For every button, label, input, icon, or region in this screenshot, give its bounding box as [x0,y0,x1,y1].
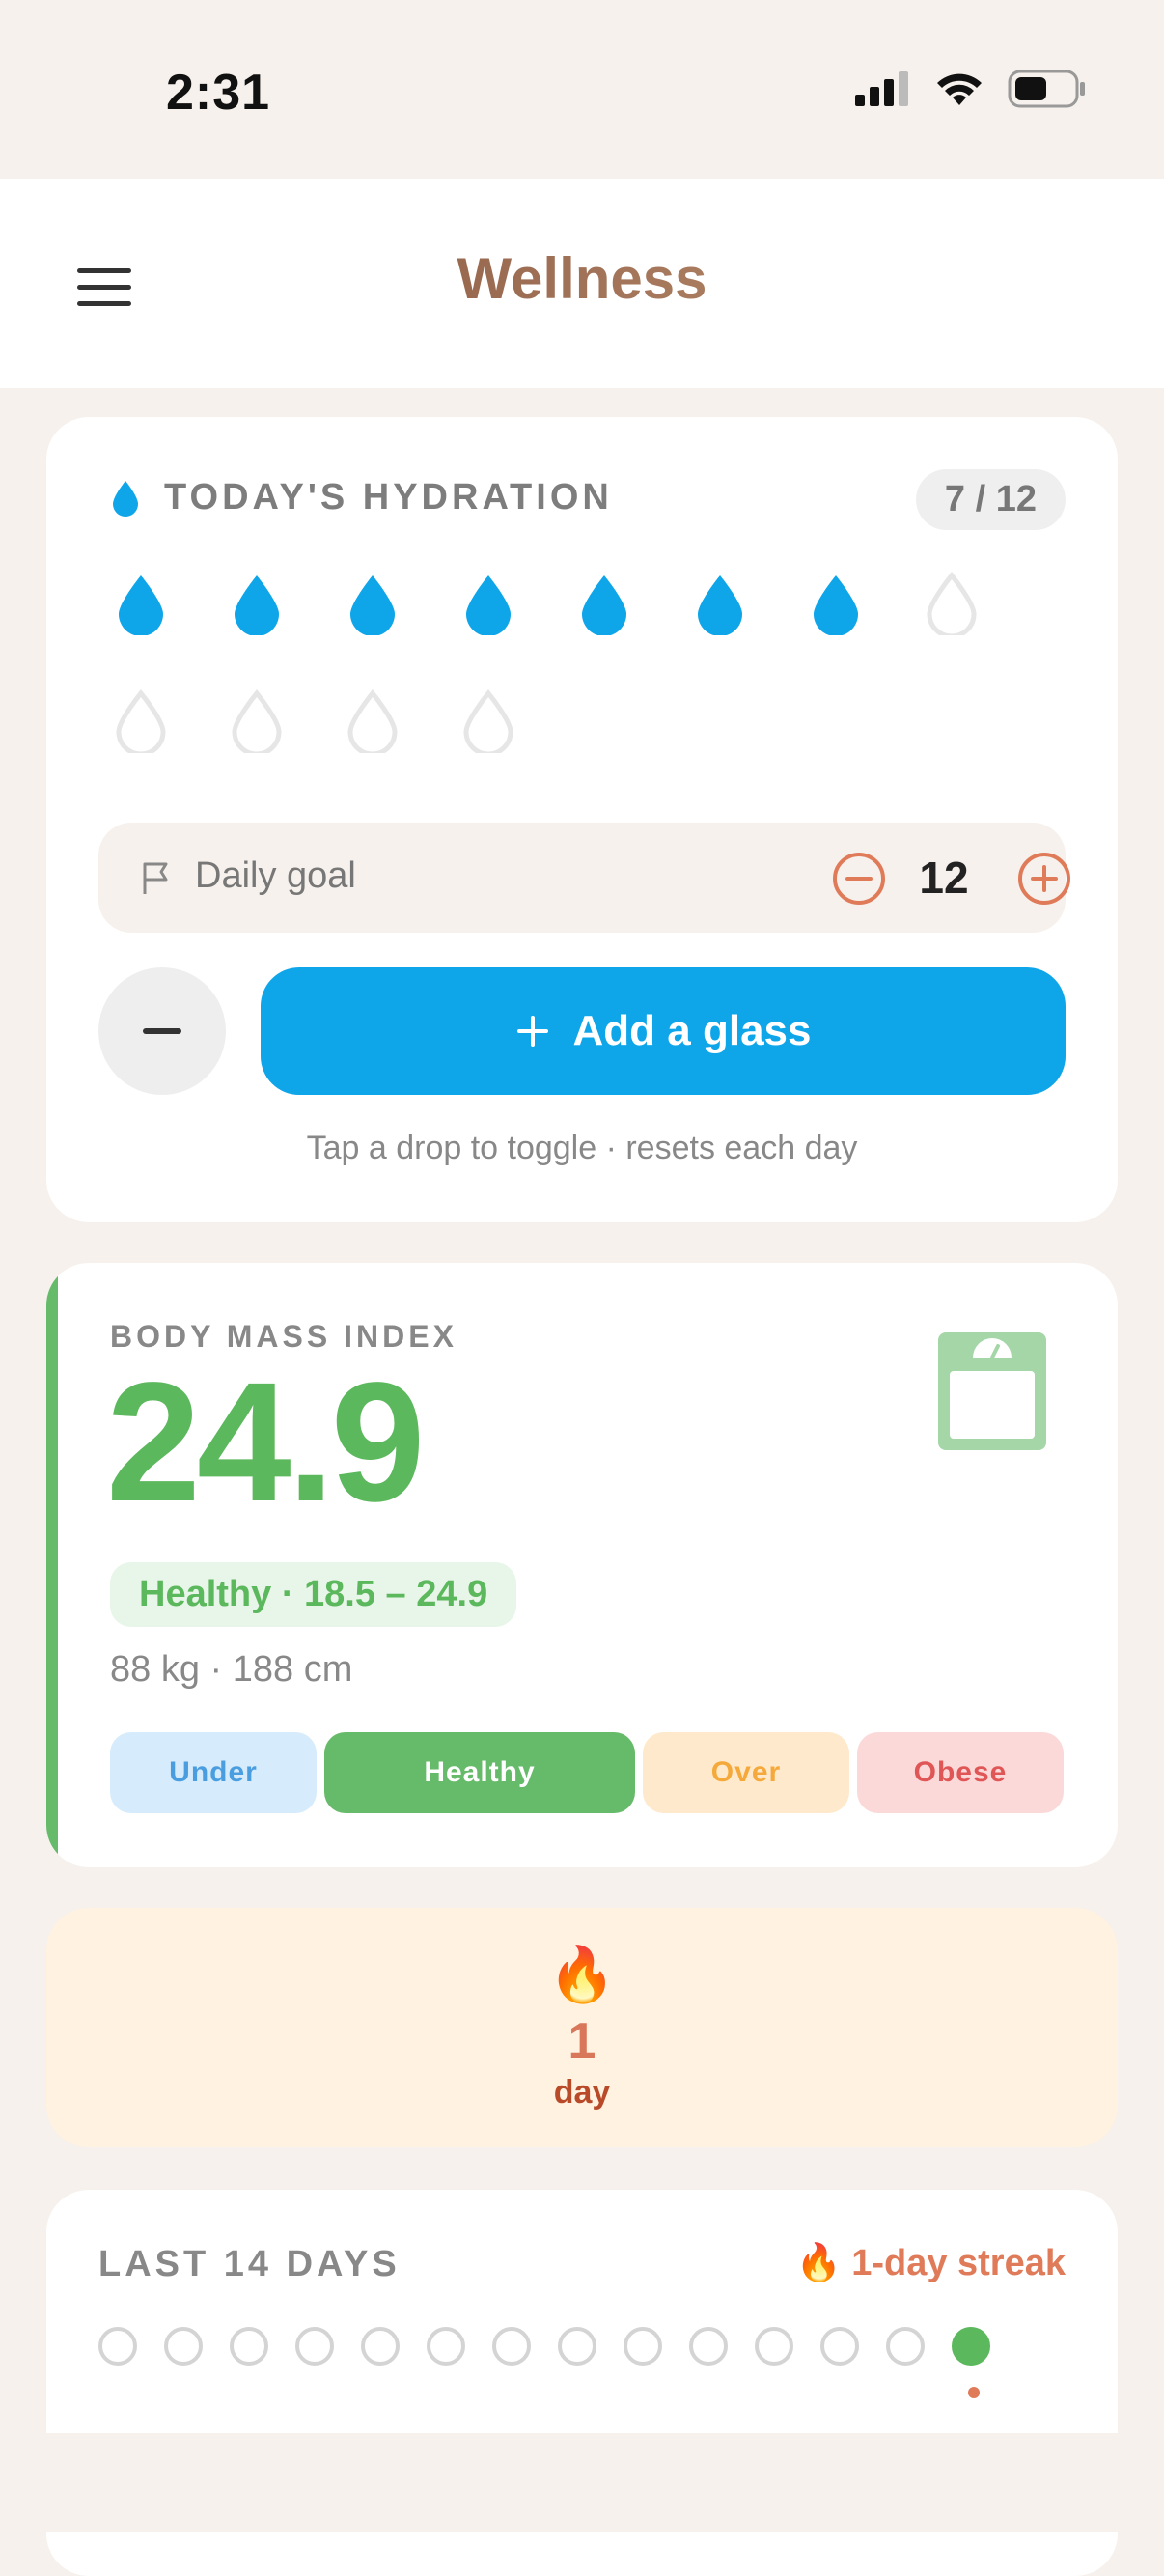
bmi-value: 24.9 [106,1348,426,1537]
water-drop-filled-icon[interactable] [577,572,631,635]
day-dot [427,2327,465,2366]
water-drop-empty-icon[interactable] [925,572,979,635]
water-drop-filled-icon[interactable] [809,572,863,635]
goal-increase-button[interactable] [1017,852,1071,906]
water-drop-filled-icon[interactable] [461,572,515,635]
fire-icon: 🔥 [795,2243,843,2283]
day-dot [820,2327,859,2366]
water-drop-filled-icon[interactable] [346,572,400,635]
water-drop-filled-icon[interactable] [230,572,284,635]
day-dot [558,2327,596,2366]
day-dots [98,2327,990,2398]
bmi-segment-under: Under [110,1732,317,1813]
status-icons [853,70,1087,108]
wifi-icon [937,73,982,105]
history-title: LAST 14 DAYS [98,2244,401,2284]
day-dot [361,2327,400,2366]
daily-goal-row: Daily goal 12 [98,823,1070,933]
hydration-card: TODAY'S HYDRATION 7 / 12 Daily goal 12 A… [46,417,1118,1222]
page-title: Wellness [0,245,1164,312]
day-dot [755,2327,793,2366]
day-dot [952,2327,990,2398]
status-bar: 2:31 [0,0,1164,179]
history-streak-text: 1-day streak [851,2242,1066,2283]
water-drop-empty-icon[interactable] [461,689,515,753]
plus-icon [516,1016,548,1047]
add-glass-button[interactable]: Add a glass [261,967,1066,1095]
status-time: 2:31 [166,65,271,121]
day-dot [492,2327,531,2366]
day-dot [295,2327,334,2366]
water-drop-filled-icon[interactable] [693,572,747,635]
water-drop-empty-icon[interactable] [114,689,168,753]
scale-icon [938,1332,1046,1450]
bmi-segment-healthy: Healthy [324,1732,635,1813]
bmi-measurements: 88 kg · 188 cm [110,1649,353,1690]
streak-unit: day [553,2074,611,2111]
water-drop-empty-icon[interactable] [230,689,284,753]
daily-goal-value: 12 [919,853,969,903]
add-glass-label: Add a glass [572,1007,812,1054]
hydration-title: TODAY'S HYDRATION [164,477,613,518]
streak-count: 1 [568,2013,596,2069]
flag-icon [143,862,168,894]
fire-icon: 🔥 [548,1944,616,2004]
bmi-card: BODY MASS INDEX 24.9 Healthy · 18.5 – 24… [46,1263,1118,1867]
history-streak-label: 🔥 1-day streak [796,2242,1066,2284]
streak-card: 🔥 1 day [46,1908,1118,2147]
hydration-count-badge: 7 / 12 [915,469,1066,530]
day-dot [230,2327,268,2366]
day-dot [624,2327,662,2366]
hydration-hint: Tap a drop to toggle · resets each day [306,1130,858,1166]
day-dot [886,2327,925,2366]
bmi-segment-obese: Obese [857,1732,1064,1813]
bmi-segment-over: Over [643,1732,849,1813]
day-dot [689,2327,728,2366]
water-drop-filled-icon[interactable] [114,572,168,635]
day-dot [98,2327,137,2366]
page-bottom [0,2433,1164,2532]
remove-glass-button[interactable] [98,967,226,1095]
drop-grid [114,572,1040,753]
daily-goal-label: Daily goal [195,855,356,896]
signal-icon [855,71,908,106]
water-drop-empty-icon[interactable] [346,689,400,753]
bmi-status-badge: Healthy · 18.5 – 24.9 [110,1562,517,1627]
bmi-accent-bar [46,1263,58,1867]
bmi-category-scale: Under Healthy Over Obese [110,1732,1064,1813]
minus-icon [143,1028,181,1034]
water-drop-icon [113,480,138,517]
day-dot [164,2327,203,2366]
battery-icon [1008,70,1085,108]
goal-decrease-button[interactable] [832,852,886,906]
